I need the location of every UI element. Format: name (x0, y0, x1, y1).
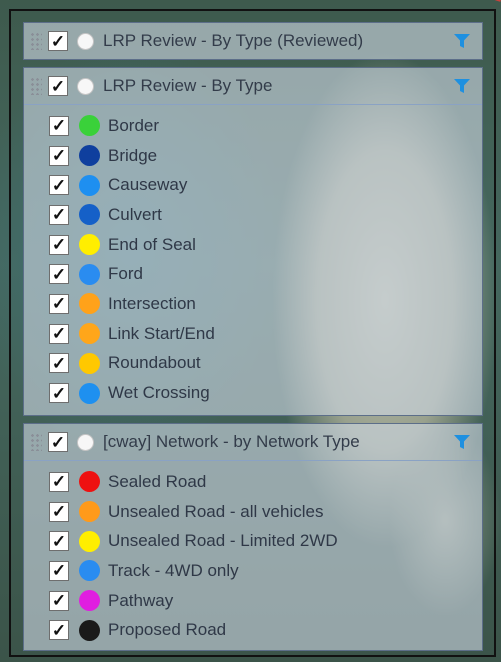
layer-select-radio[interactable] (77, 433, 94, 451)
legend-item-label: Sealed Road (108, 471, 207, 491)
legend-item[interactable]: ✓ Bridge (24, 141, 482, 171)
color-swatch-icon (79, 293, 100, 315)
drag-handle-icon[interactable] (30, 433, 42, 451)
item-visibility-checkbox[interactable]: ✓ (49, 620, 69, 641)
color-swatch-icon (79, 382, 100, 404)
legend-item[interactable]: ✓ Unsealed Road - Limited 2WD (24, 526, 482, 556)
item-visibility-checkbox[interactable]: ✓ (49, 471, 69, 492)
item-visibility-checkbox[interactable]: ✓ (49, 501, 69, 522)
color-swatch-icon (79, 174, 100, 196)
item-visibility-checkbox[interactable]: ✓ (49, 204, 69, 225)
legend-item[interactable]: ✓ Border (24, 111, 482, 141)
legend-item-label: Bridge (108, 145, 158, 165)
layer-panel-cway-network: ✓ [cway] Network - by Network Type ✓ Seal… (23, 423, 483, 651)
item-visibility-checkbox[interactable]: ✓ (49, 115, 69, 136)
legend-item-label: Border (108, 115, 160, 135)
color-swatch-icon (79, 530, 100, 552)
legend-item[interactable]: ✓ Wet Crossing (24, 378, 482, 408)
legend-item-label: Unsealed Road - Limited 2WD (108, 531, 338, 551)
layer-select-radio[interactable] (77, 32, 94, 50)
layer-title: LRP Review - By Type (Reviewed) (103, 31, 364, 50)
legend-item[interactable]: ✓ Sealed Road (24, 467, 482, 497)
layer-panel-lrp-by-type: ✓ LRP Review - By Type ✓ Border ✓ Bridge ✓ Ca… (23, 67, 483, 416)
filter-icon[interactable] (454, 34, 470, 49)
legend-item-label: Intersection (108, 293, 196, 313)
drag-handle-icon[interactable] (30, 77, 42, 95)
legend-item[interactable]: ✓ Roundabout (24, 349, 482, 379)
layer-header[interactable]: ✓ LRP Review - By Type (Reviewed) (24, 23, 482, 59)
item-visibility-checkbox[interactable]: ✓ (49, 353, 69, 374)
legend-item-label: Ford (108, 264, 143, 284)
layer-visibility-checkbox[interactable]: ✓ (48, 76, 68, 96)
item-visibility-checkbox[interactable]: ✓ (49, 590, 69, 611)
legend-item-label: Wet Crossing (108, 383, 210, 403)
item-visibility-checkbox[interactable]: ✓ (49, 531, 69, 552)
color-swatch-icon (79, 590, 100, 612)
legend-item-label: Roundabout (108, 353, 201, 373)
color-swatch-icon (79, 323, 100, 345)
layer-header[interactable]: ✓ LRP Review - By Type (24, 68, 482, 105)
legend-item[interactable]: ✓ End of Seal (24, 230, 482, 260)
legend-item-label: Culvert (108, 204, 162, 224)
legend-item[interactable]: ✓ Pathway (24, 586, 482, 616)
legend-item[interactable]: ✓ Causeway (24, 170, 482, 200)
item-visibility-checkbox[interactable]: ✓ (49, 293, 69, 314)
item-visibility-checkbox[interactable]: ✓ (49, 264, 69, 285)
color-swatch-icon (79, 263, 100, 285)
item-visibility-checkbox[interactable]: ✓ (49, 323, 69, 344)
item-visibility-checkbox[interactable]: ✓ (49, 175, 69, 196)
color-swatch-icon (79, 204, 100, 226)
legend-item-label: Causeway (108, 175, 188, 195)
color-swatch-icon (79, 619, 100, 641)
legend-item[interactable]: ✓ Intersection (24, 289, 482, 319)
color-swatch-icon (79, 501, 100, 523)
drag-handle-icon[interactable] (30, 32, 42, 50)
filter-icon[interactable] (454, 79, 470, 94)
color-swatch-icon (79, 471, 100, 493)
legend-item-label: Link Start/End (108, 323, 215, 343)
item-visibility-checkbox[interactable]: ✓ (49, 234, 69, 255)
color-swatch-icon (79, 234, 100, 256)
legend-item[interactable]: ✓ Unsealed Road - all vehicles (24, 497, 482, 527)
layer-select-radio[interactable] (77, 77, 94, 95)
legend-item-list: ✓ Border ✓ Bridge ✓ Causeway ✓ Culvert ✓ End of S… (24, 105, 482, 408)
legend-item-label: End of Seal (108, 234, 196, 254)
item-visibility-checkbox[interactable]: ✓ (49, 560, 69, 581)
layer-visibility-checkbox[interactable]: ✓ (48, 31, 68, 51)
layer-visibility-checkbox[interactable]: ✓ (48, 432, 68, 452)
layer-title: [cway] Network - by Network Type (103, 432, 360, 451)
legend-item-label: Track - 4WD only (108, 560, 239, 580)
legend-item-label: Unsealed Road - all vehicles (108, 501, 324, 521)
legend-item[interactable]: ✓ Link Start/End (24, 319, 482, 349)
color-swatch-icon (79, 352, 100, 374)
layer-header[interactable]: ✓ [cway] Network - by Network Type (24, 424, 482, 461)
legend-item-label: Pathway (108, 590, 174, 610)
legend-item[interactable]: ✓ Ford (24, 259, 482, 289)
legend-item[interactable]: ✓ Proposed Road (24, 615, 482, 645)
item-visibility-checkbox[interactable]: ✓ (49, 145, 69, 166)
item-visibility-checkbox[interactable]: ✓ (49, 383, 69, 404)
legend-item[interactable]: ✓ Culvert (24, 200, 482, 230)
legend-item-list: ✓ Sealed Road ✓ Unsealed Road - all vehicle… (24, 461, 482, 645)
legend-item[interactable]: ✓ Track - 4WD only (24, 556, 482, 586)
color-swatch-icon (79, 145, 100, 167)
layer-title: LRP Review - By Type (103, 76, 273, 95)
layer-panel-lrp-reviewed: ✓ LRP Review - By Type (Reviewed) (23, 22, 483, 60)
color-swatch-icon (79, 115, 100, 137)
filter-icon[interactable] (454, 435, 470, 450)
legend-item-label: Proposed Road (108, 620, 227, 640)
color-swatch-icon (79, 560, 100, 582)
